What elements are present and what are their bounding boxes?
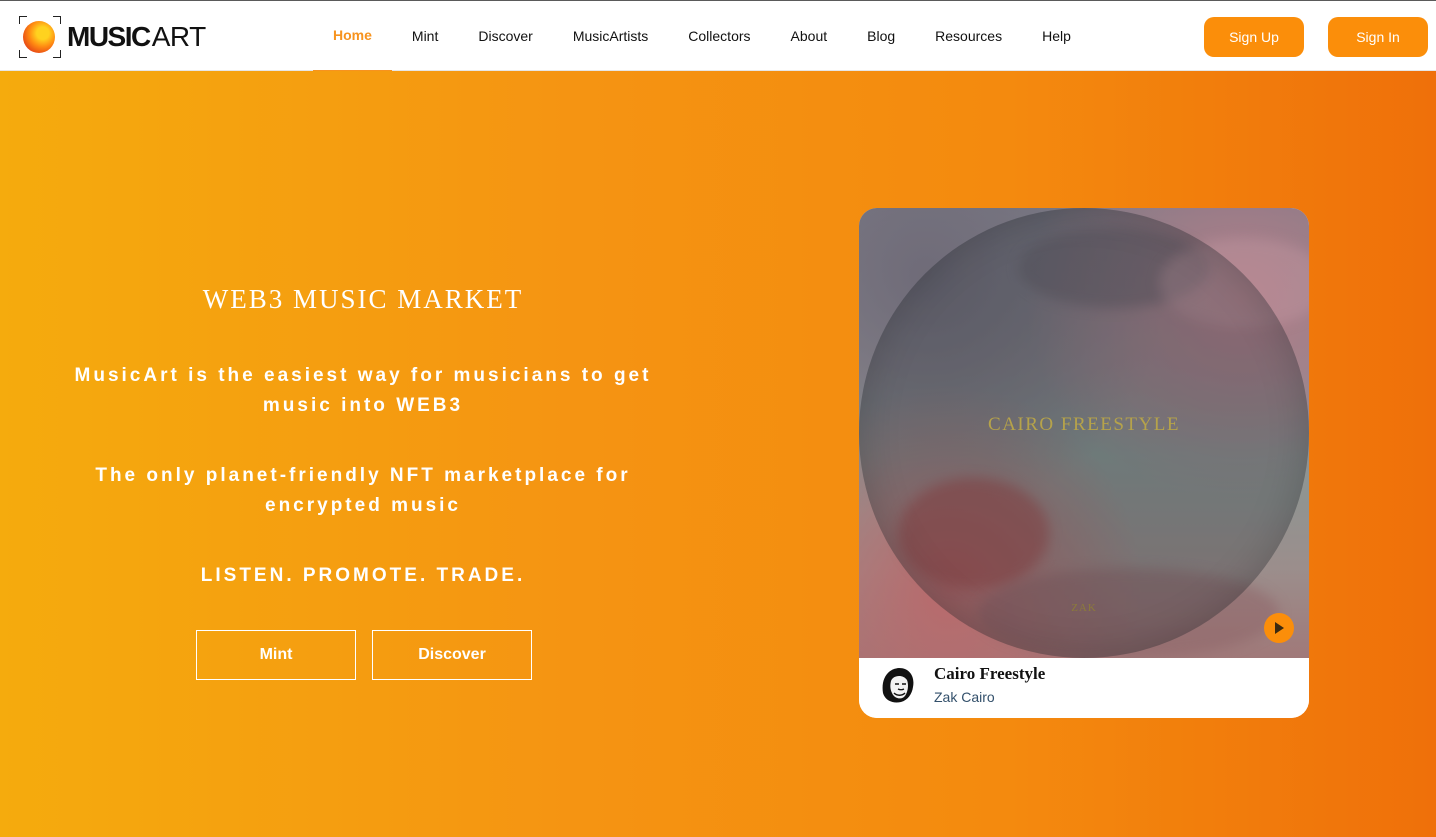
- logo-wordmark-bold: MUSIC: [67, 21, 151, 52]
- album-cover-artist: ZAK: [1071, 602, 1097, 614]
- page: MUSICART Home Mint Discover MusicArtists…: [0, 0, 1436, 837]
- track-info: Cairo Freestyle Zak Cairo: [859, 658, 1309, 718]
- logo-wordmark-light: ART: [151, 21, 207, 52]
- hero-text-block: WEB3 MUSIC MARKET MusicArt is the easies…: [40, 71, 686, 837]
- hero-tagline-primary: MusicArt is the easiest way for musician…: [74, 365, 652, 416]
- track-title[interactable]: Cairo Freestyle: [934, 664, 1045, 684]
- musicart-logo-icon: [19, 16, 61, 58]
- track-artist[interactable]: Zak Cairo: [934, 689, 995, 705]
- featured-track-card[interactable]: CAIRO FREESTYLE ZAK Cairo Freestyle Zak …: [859, 208, 1309, 718]
- nav-item-resources[interactable]: Resources: [915, 1, 1022, 71]
- site-logo[interactable]: MUSICART: [19, 16, 209, 58]
- hero-section: WEB3 MUSIC MARKET MusicArt is the easies…: [0, 71, 1436, 837]
- logo-wordmark: MUSICART: [67, 21, 206, 53]
- hero-title: WEB3 MUSIC MARKET: [202, 284, 524, 314]
- nav-item-musicartists[interactable]: MusicArtists: [553, 1, 668, 71]
- hero-discover-button[interactable]: Discover: [372, 630, 532, 680]
- nav-item-blog[interactable]: Blog: [847, 1, 915, 71]
- hero-slogan: LISTEN. PROMOTE. TRADE.: [200, 565, 526, 586]
- nav-item-collectors[interactable]: Collectors: [668, 1, 770, 71]
- main-nav: Home Mint Discover MusicArtists Collecto…: [313, 1, 1091, 72]
- hero-mint-button[interactable]: Mint: [196, 630, 356, 680]
- artist-avatar[interactable]: [877, 663, 919, 705]
- hero-tagline-secondary: The only planet-friendly NFT marketplace…: [95, 465, 631, 516]
- top-navbar: MUSICART Home Mint Discover MusicArtists…: [0, 0, 1436, 72]
- nav-item-about[interactable]: About: [771, 1, 848, 71]
- nav-item-home[interactable]: Home: [313, 1, 392, 72]
- nav-item-mint[interactable]: Mint: [392, 1, 458, 71]
- play-icon[interactable]: [1264, 613, 1294, 643]
- sign-in-button[interactable]: Sign In: [1328, 17, 1428, 57]
- nav-item-help[interactable]: Help: [1022, 1, 1091, 71]
- album-cover-title: CAIRO FREESTYLE: [988, 414, 1180, 435]
- nav-item-discover[interactable]: Discover: [458, 1, 552, 71]
- album-cover-image[interactable]: CAIRO FREESTYLE ZAK: [859, 208, 1309, 658]
- sign-up-button[interactable]: Sign Up: [1204, 17, 1304, 57]
